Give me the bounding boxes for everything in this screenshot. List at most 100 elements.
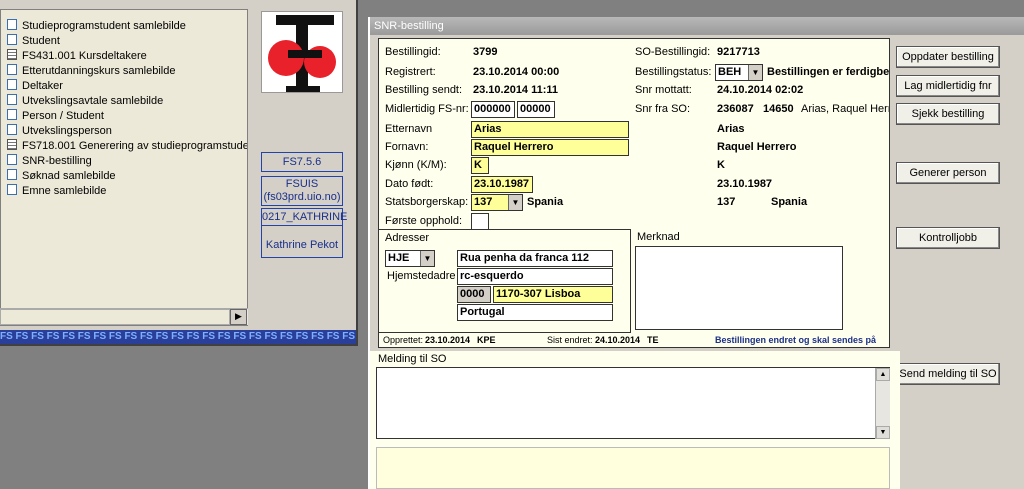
label-sist-endret: Sist endret: [547, 335, 593, 345]
order-form-panel: Bestillingid: 3799 Registrert: 23.10.201… [378, 38, 890, 348]
tree-item[interactable]: SNR-bestilling [7, 154, 92, 169]
value-snr-so-name: Arias, Raquel Herr [801, 103, 889, 115]
statsborgerskap-select[interactable]: 137 ▼ [471, 194, 523, 211]
label-snr-fra-so: Snr fra SO: [635, 103, 691, 115]
fs-pattern-strip: FS FS FS FS FS FS FS FS FS FS FS FS FS F… [0, 330, 356, 344]
label-so-bestillingid: SO-Bestillingid: [635, 46, 711, 58]
adresse-postnr-input[interactable]: 1170-307 Lisboa [493, 286, 613, 303]
value-status-text: Bestillingen er ferdigbe [767, 66, 889, 78]
chevron-down-icon[interactable]: ▼ [420, 251, 434, 266]
fsnr-part2-input[interactable]: 00000 [517, 101, 555, 118]
tree-item-label: Utvekslingsperson [22, 125, 112, 137]
value-so-stat-code: 137 [717, 196, 736, 208]
melding-vertical-scrollbar[interactable]: ▲ ▼ [875, 368, 890, 439]
label-adresser: Adresser [385, 232, 430, 244]
merknad-textarea[interactable] [635, 246, 843, 330]
value-opprettet-user: KPE [477, 335, 496, 345]
form-icon [7, 34, 17, 45]
adresse-landkode-input[interactable]: 0000 [457, 286, 491, 303]
form-icon [7, 184, 17, 195]
tree-item[interactable]: Studieprogramstudent samlebilde [7, 19, 186, 34]
adresse-type-select[interactable]: HJE ▼ [385, 250, 435, 267]
form-icon [7, 124, 17, 135]
label-hjemstedadre: Hjemstedadre [387, 270, 456, 282]
value-bestillingid: 3799 [473, 46, 498, 58]
user-box: 0217_KATHRINE Kathrine Pekot [261, 208, 347, 258]
label-opprettet: Opprettet: [383, 335, 424, 345]
tree-item[interactable]: Utvekslingsavtale samlebilde [7, 94, 163, 109]
value-so-bestillingid: 9217713 [717, 46, 760, 58]
database-box: FSUIS (fs03prd.uio.no) [261, 176, 343, 206]
bestillingstatus-select[interactable]: BEH ▼ [715, 64, 763, 81]
generer-person-button[interactable]: Generer person [896, 162, 1000, 184]
value-so-stat-name: Spania [771, 196, 808, 208]
database-name: FSUIS [285, 178, 319, 190]
tree-item-label: FS431.001 Kursdeltakere [22, 50, 147, 62]
oppdater-bestilling-button[interactable]: Oppdater bestilling [896, 46, 1000, 68]
statsborgerskap-code: 137 [474, 196, 493, 208]
form-tree-list[interactable]: Studieprogramstudent samlebilde Student FS… [0, 9, 248, 326]
tree-horizontal-scrollbar[interactable]: ▶ [0, 308, 248, 325]
tree-item-label: Studieprogramstudent samlebilde [22, 20, 186, 32]
tree-item-label: Deltaker [22, 80, 63, 92]
tree-item-label: Søknad samlebilde [22, 170, 116, 182]
report-icon [7, 49, 17, 60]
lag-midlertidig-fnr-button[interactable]: Lag midlertidig fnr [896, 75, 1000, 97]
status-code: BEH [718, 66, 742, 78]
navigator-window: Studieprogramstudent samlebilde Student FS… [0, 0, 358, 346]
value-snr-so-2: 14650 [763, 103, 794, 115]
scrollbar-thumb[interactable] [0, 309, 230, 325]
chevron-down-icon[interactable]: ▼ [748, 65, 762, 80]
label-melding-til-so: Melding til SO [378, 353, 447, 365]
forste-opphold-checkbox[interactable] [471, 213, 489, 230]
tree-item[interactable]: FS431.001 Kursdeltakere [7, 49, 147, 64]
etternavn-input[interactable]: Arias [471, 121, 629, 138]
tree-item[interactable]: Student [7, 34, 60, 49]
kontrolljobb-button[interactable]: Kontrolljobb [896, 227, 1000, 249]
tree-item[interactable]: FS718.001 Generering av studieprogramstu… [7, 139, 248, 154]
snr-bestilling-window: SNR-bestilling Bestillingid: 3799 Regist… [368, 17, 1024, 489]
label-merknad: Merknad [637, 231, 680, 243]
scroll-down-arrow-icon[interactable]: ▼ [876, 426, 890, 439]
adresse-land-input[interactable]: Portugal [457, 304, 613, 321]
tree-item-label: Etterutdanningskurs samlebilde [22, 65, 176, 77]
scroll-right-arrow-icon[interactable]: ▶ [230, 309, 247, 325]
version-box: FS7.5.6 [261, 152, 343, 172]
tree-item[interactable]: Etterutdanningskurs samlebilde [7, 64, 175, 79]
label-etternavn: Etternavn [385, 123, 433, 135]
tree-item[interactable]: Utvekslingsperson [7, 124, 112, 139]
value-registrert: 23.10.2014 00:00 [473, 66, 560, 78]
label-kjonn: Kjønn (K/M): [385, 159, 447, 171]
form-icon [7, 169, 17, 180]
value-endret-user: TE [647, 335, 659, 345]
fsnr-part1-input[interactable]: 000000 [471, 101, 515, 118]
dato-fodt-input[interactable]: 23.10.1987 [471, 176, 533, 193]
value-statsborgerskap-name: Spania [527, 196, 564, 208]
label-bestillingid: Bestillingid: [385, 46, 441, 58]
adresser-section: Adresser HJE ▼ Hjemstedadre Rua penha da… [379, 229, 631, 333]
tree-item[interactable]: Søknad samlebilde [7, 169, 116, 184]
kjonn-input[interactable]: K [471, 157, 489, 174]
label-midlertidig-fsnr: Midlertidig FS-nr: [385, 103, 469, 115]
tree-item-label: Emne samlebilde [22, 185, 107, 197]
tree-item[interactable]: Deltaker [7, 79, 63, 94]
tree-item[interactable]: Person / Student [7, 109, 104, 124]
window-title: SNR-bestilling [374, 20, 444, 32]
adresse-line2-input[interactable]: rc-esquerdo [457, 268, 613, 285]
tree-item[interactable]: Emne samlebilde [7, 184, 106, 199]
tree-item-label: Student [22, 35, 60, 47]
form-icon [7, 94, 17, 105]
fornavn-input[interactable]: Raquel Herrero [471, 139, 629, 156]
adresse-type-code: HJE [388, 252, 410, 264]
value-bestilling-sendt: 23.10.2014 11:11 [473, 84, 559, 96]
tree-item-label: FS718.001 Generering av studieprogramstu… [22, 140, 248, 152]
chevron-down-icon[interactable]: ▼ [508, 195, 522, 210]
tree-item-label: Utvekslingsavtale samlebilde [22, 95, 164, 107]
sjekk-bestilling-button[interactable]: Sjekk bestilling [896, 103, 1000, 125]
label-registrert: Registrert: [385, 66, 436, 78]
send-melding-button[interactable]: Send melding til SO [896, 363, 1000, 385]
adresse-line1-input[interactable]: Rua penha da franca 112 [457, 250, 613, 267]
label-fornavn: Fornavn: [385, 141, 429, 153]
melding-textarea[interactable]: ▲ ▼ [376, 367, 890, 439]
scroll-up-arrow-icon[interactable]: ▲ [876, 368, 890, 381]
